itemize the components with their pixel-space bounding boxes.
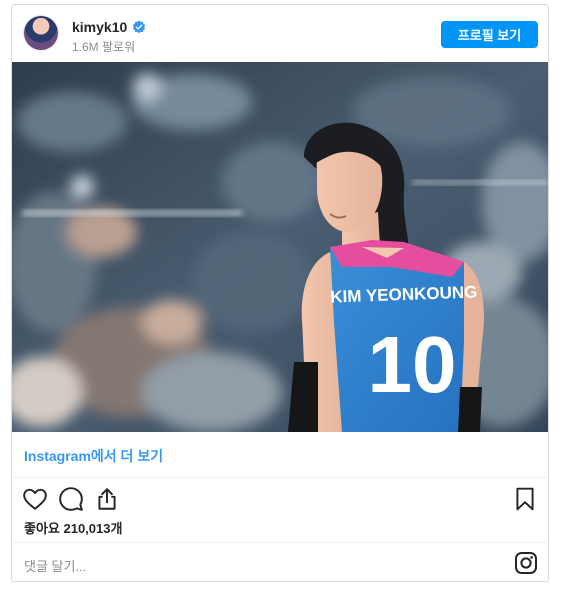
more-on-instagram-row: Instagram에서 더 보기: [12, 432, 548, 478]
more-on-instagram-link[interactable]: Instagram에서 더 보기: [24, 446, 163, 466]
instagram-embed-card: kimyk10 1.6M 팔로워 프로필 보기 KIM YEONKOUNG 10…: [11, 4, 549, 582]
share-icon[interactable]: [94, 486, 120, 512]
bookmark-icon[interactable]: [512, 486, 538, 512]
username[interactable]: kimyk10: [72, 19, 127, 35]
username-row: kimyk10: [72, 18, 146, 36]
comment-icon[interactable]: [58, 486, 84, 512]
verified-badge-icon: [133, 20, 146, 34]
like-count[interactable]: 좋아요 210,013개: [24, 518, 122, 537]
view-profile-button[interactable]: 프로필 보기: [441, 21, 538, 48]
comment-row: 댓글 달기...: [12, 542, 548, 582]
post-header: kimyk10 1.6M 팔로워 프로필 보기: [12, 5, 548, 62]
add-comment-field[interactable]: 댓글 달기...: [24, 556, 86, 575]
instagram-logo-icon[interactable]: [514, 551, 538, 575]
post-photo-image: KIM YEONKOUNG 10: [12, 62, 548, 432]
avatar[interactable]: [24, 16, 58, 50]
action-bar: [12, 478, 548, 518]
post-photo[interactable]: KIM YEONKOUNG 10: [12, 62, 548, 432]
jersey-number: 10: [368, 320, 457, 409]
heart-icon[interactable]: [22, 486, 48, 512]
follower-count: 1.6M 팔로워: [72, 40, 136, 54]
